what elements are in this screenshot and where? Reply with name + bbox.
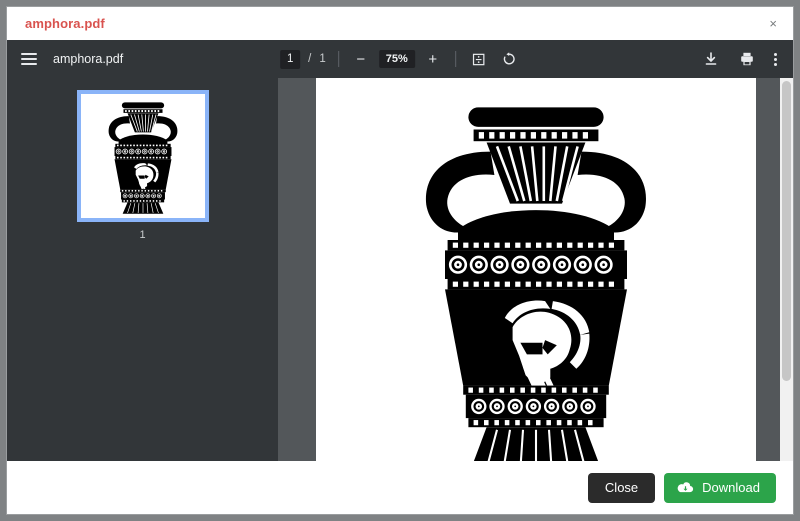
zoom-in-button[interactable]: +	[423, 49, 443, 69]
thumbnail-page-label: 1	[139, 229, 146, 241]
zoom-level-value[interactable]: 75%	[378, 50, 415, 68]
modal-titlebar: amphora.pdf ×	[7, 7, 793, 40]
amphora-artwork	[425, 107, 646, 461]
more-options-icon[interactable]	[772, 51, 779, 68]
modal-footer: Close Download	[7, 461, 793, 514]
pdf-page-1	[315, 78, 756, 461]
download-button-label: Download	[702, 480, 760, 495]
close-button[interactable]: Close	[587, 472, 656, 503]
rotate-counterclockwise-icon[interactable]	[498, 48, 520, 70]
zoom-out-button[interactable]: −	[351, 49, 371, 69]
hamburger-menu-icon[interactable]	[21, 53, 37, 65]
pdf-preview-modal: amphora.pdf × amphora.pdf / 1 − 75% +	[6, 6, 794, 515]
thumbnail-item[interactable]: 1	[76, 90, 209, 241]
page-separator: /	[308, 53, 312, 65]
amphora-thumbnail-artwork	[108, 102, 177, 214]
toolbar-divider-2	[454, 51, 456, 67]
fit-to-page-icon[interactable]	[468, 48, 490, 70]
cloud-download-icon	[677, 480, 694, 495]
download-icon[interactable]	[700, 48, 722, 70]
close-icon[interactable]: ×	[763, 13, 783, 34]
vertical-scrollbar[interactable]	[780, 78, 793, 461]
download-button[interactable]: Download	[664, 472, 776, 503]
thumbnail-page-preview[interactable]	[76, 90, 209, 222]
toolbar-filename: amphora.pdf	[53, 52, 124, 66]
thumbnail-sidebar[interactable]: 1	[7, 78, 278, 461]
page-total-count: 1	[319, 53, 326, 65]
toolbar-right-group	[700, 48, 779, 70]
pdf-viewer: amphora.pdf / 1 − 75% +	[7, 40, 793, 461]
modal-title: amphora.pdf	[25, 16, 105, 31]
scrollbar-thumb[interactable]	[782, 81, 791, 381]
pdf-toolbar: amphora.pdf / 1 − 75% +	[7, 40, 793, 78]
pdf-body: 1	[7, 78, 793, 461]
toolbar-center-group: / 1 − 75% +	[280, 48, 520, 70]
toolbar-left-group: amphora.pdf	[21, 52, 123, 66]
pdf-canvas-area	[278, 78, 793, 461]
page-number-input[interactable]	[280, 49, 301, 69]
print-icon[interactable]	[736, 48, 758, 70]
toolbar-divider-1	[337, 51, 339, 67]
